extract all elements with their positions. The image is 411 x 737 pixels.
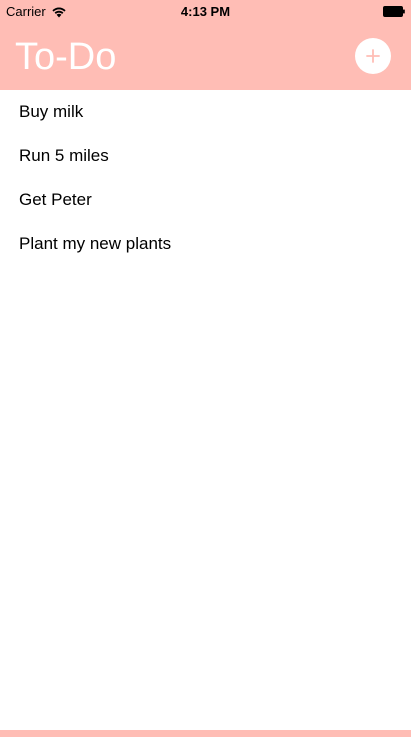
todo-item[interactable]: Get Peter — [0, 178, 411, 222]
todo-item[interactable]: Buy milk — [0, 90, 411, 134]
app-screen: Carrier 4:13 PM To-Do Buy milk Run 5 mil… — [0, 0, 411, 737]
page-title: To-Do — [15, 36, 117, 78]
todo-item[interactable]: Plant my new plants — [0, 222, 411, 266]
todo-item[interactable]: Run 5 miles — [0, 134, 411, 178]
navigation-header: Carrier 4:13 PM To-Do — [0, 0, 411, 90]
todo-list: Buy milk Run 5 miles Get Peter Plant my … — [0, 90, 411, 266]
plus-icon — [366, 49, 380, 63]
status-bar: Carrier 4:13 PM — [0, 0, 411, 24]
add-todo-button[interactable] — [355, 38, 391, 74]
bottom-accent-bar — [0, 730, 411, 737]
battery-icon — [383, 6, 405, 17]
status-time: 4:13 PM — [180, 4, 231, 19]
